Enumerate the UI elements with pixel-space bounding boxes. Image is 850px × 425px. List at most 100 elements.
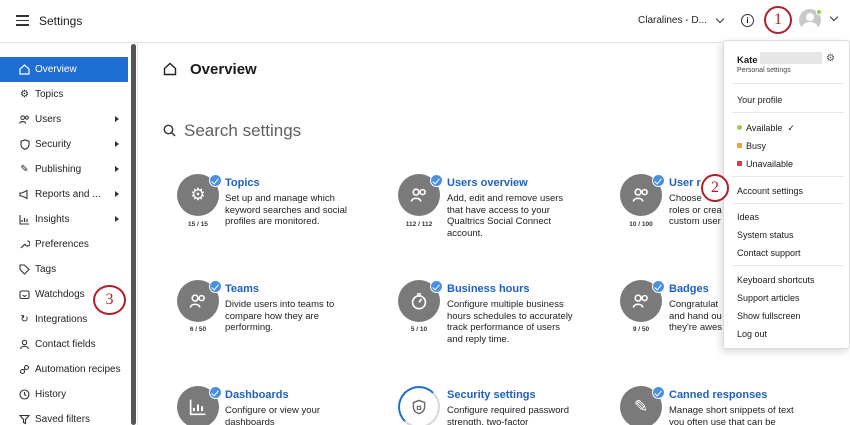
sidebar-item-label: Topics xyxy=(35,89,64,100)
sidebar-item-users[interactable]: Users xyxy=(0,107,128,132)
sidebar-item-security[interactable]: Security xyxy=(0,132,128,157)
sidebar-item-contact-fields[interactable]: Contact fields xyxy=(0,332,128,357)
card-description: Configure required password strength, two… xyxy=(447,405,569,425)
personal-settings-label: Personal settings xyxy=(737,67,791,74)
chevron-right-icon xyxy=(115,216,119,222)
sidebar-item-label: Overview xyxy=(35,64,77,75)
search-input[interactable]: Search settings xyxy=(184,121,301,141)
divider xyxy=(732,203,844,204)
card-title-dashboards[interactable]: Dashboards xyxy=(225,389,289,401)
chevron-down-icon xyxy=(715,14,725,24)
callout-1: 1 xyxy=(764,6,792,34)
filter-icon xyxy=(19,414,30,425)
your-profile-link[interactable]: Your profile xyxy=(737,95,782,105)
sidebar-scrollbar[interactable] xyxy=(131,44,136,425)
sidebar-item-history[interactable]: History xyxy=(0,382,128,407)
divider xyxy=(732,176,844,177)
sidebar-item-reports[interactable]: Reports and ... xyxy=(0,182,128,207)
contact-support-link[interactable]: Contact support xyxy=(737,248,801,258)
sidebar-item-label: Reports and ... xyxy=(35,189,101,200)
sidebar-item-overview[interactable]: Overview xyxy=(0,57,128,82)
account-settings-link[interactable]: Account settings xyxy=(737,186,803,196)
status-unavailable[interactable]: Unavailable xyxy=(737,159,793,169)
wrench-icon xyxy=(19,239,30,250)
sidebar-item-tags[interactable]: Tags xyxy=(0,257,128,282)
card-title-teams[interactable]: Teams xyxy=(225,283,259,295)
sidebar-item-automation-recipes[interactable]: Automation recipes xyxy=(0,357,128,382)
status-available[interactable]: Available ✓ xyxy=(737,123,795,134)
sidebar-item-saved-filters[interactable]: Saved filters xyxy=(0,407,128,425)
card-title-users-overview[interactable]: Users overview xyxy=(447,177,528,189)
gear-icon: ⚙ xyxy=(20,89,29,100)
hamburger-menu-icon[interactable] xyxy=(16,15,29,26)
card-title-topics[interactable]: Topics xyxy=(225,177,260,189)
check-icon xyxy=(209,280,222,293)
shield-icon[interactable] xyxy=(398,386,440,425)
sidebar-item-preferences[interactable]: Preferences xyxy=(0,232,128,257)
check-icon xyxy=(430,280,443,293)
sidebar-item-label: Integrations xyxy=(35,314,88,325)
card-title-canned-responses[interactable]: Canned responses xyxy=(669,389,767,401)
show-fullscreen-link[interactable]: Show fullscreen xyxy=(737,311,801,321)
ideas-link[interactable]: Ideas xyxy=(737,212,759,222)
sidebar-item-insights[interactable]: Insights xyxy=(0,207,128,232)
card-description: Add, edit and remove users that have acce… xyxy=(447,193,564,239)
divider xyxy=(732,112,844,113)
card-title-business-hours[interactable]: Business hours xyxy=(447,283,530,295)
sidebar-item-label: Insights xyxy=(35,214,70,225)
check-icon xyxy=(652,174,665,187)
brand-selector[interactable]: Claralines - D... xyxy=(638,14,725,26)
dog-icon xyxy=(19,289,30,300)
redacted-name xyxy=(760,52,822,64)
usage-count: 10 / 100 xyxy=(629,221,653,228)
card-title-badges[interactable]: Badges xyxy=(669,283,709,295)
card-title-user-roles[interactable]: User r xyxy=(669,177,701,189)
log-out-link[interactable]: Log out xyxy=(737,329,767,339)
usage-count: 9 / 50 xyxy=(632,326,650,333)
sidebar-item-label: Contact fields xyxy=(35,339,96,350)
users-icon xyxy=(19,114,30,125)
sidebar-item-label: Security xyxy=(35,139,72,150)
support-articles-link[interactable]: Support articles xyxy=(737,293,800,303)
shield-icon xyxy=(19,139,30,150)
chart-icon xyxy=(19,214,30,225)
home-icon xyxy=(19,64,30,75)
sidebar-item-label: Publishing xyxy=(35,164,82,175)
callout-3: 3 xyxy=(93,285,126,315)
clock-icon xyxy=(19,389,30,400)
card-description: Manage short snippets of text you often u… xyxy=(669,405,794,425)
status-busy[interactable]: Busy xyxy=(737,141,766,151)
usage-count: 5 / 10 xyxy=(410,326,428,333)
info-icon[interactable]: i xyxy=(741,14,754,27)
page-title: Overview xyxy=(190,61,257,78)
divider xyxy=(732,265,844,266)
chevron-down-icon[interactable] xyxy=(829,12,839,22)
card-description: Set up and manage which keyword searches … xyxy=(225,193,347,227)
card-description: Divide users into teams to compare how th… xyxy=(225,299,335,333)
sidebar-item-publishing[interactable]: ✎ Publishing xyxy=(0,157,128,182)
person-icon xyxy=(19,339,30,350)
gear-icon[interactable]: ⚙ xyxy=(826,53,835,64)
sidebar-item-label: Preferences xyxy=(35,239,89,250)
search-icon xyxy=(163,124,176,140)
link-icon xyxy=(19,364,30,375)
keyboard-shortcuts-link[interactable]: Keyboard shortcuts xyxy=(737,275,815,285)
card-title-security-settings[interactable]: Security settings xyxy=(447,389,536,401)
sidebar-item-label: Users xyxy=(35,114,62,125)
check-icon xyxy=(209,174,222,187)
system-status-link[interactable]: System status xyxy=(737,230,794,240)
sidebar-item-topics[interactable]: ⚙ Topics xyxy=(0,82,128,107)
card-description: Congratulat and hand ou they're awes xyxy=(669,299,723,333)
checkmark-icon: ✓ xyxy=(787,123,795,133)
usage-count: 15 / 15 xyxy=(188,221,208,228)
busy-dot-icon xyxy=(737,143,742,148)
top-bar: Settings Claralines - D... i xyxy=(0,0,850,43)
usage-count: 112 / 112 xyxy=(405,221,433,228)
tag-icon xyxy=(19,264,30,275)
check-icon xyxy=(209,386,222,399)
divider xyxy=(732,83,844,84)
profile-menu: Kate ⚙ Personal settings Your profile Av… xyxy=(723,40,850,349)
status-dot-icon xyxy=(816,9,822,15)
sidebar-item-label: Saved filters xyxy=(35,414,91,425)
home-icon xyxy=(163,62,177,79)
